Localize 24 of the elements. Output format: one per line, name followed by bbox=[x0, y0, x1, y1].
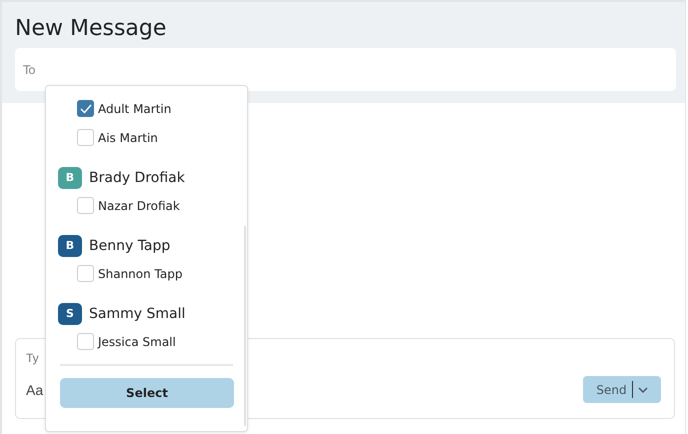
checkbox[interactable] bbox=[77, 265, 94, 282]
check-icon bbox=[80, 104, 92, 114]
family-avatar: S bbox=[58, 302, 82, 324]
checkbox[interactable] bbox=[77, 333, 94, 350]
select-button[interactable]: Select bbox=[60, 378, 234, 408]
scrollbar[interactable] bbox=[244, 226, 246, 426]
checkbox[interactable] bbox=[77, 100, 94, 117]
recipient-name[interactable]: Adult Martin bbox=[98, 102, 172, 116]
family-name[interactable]: Benny Tapp bbox=[89, 238, 170, 254]
window-title: New Message bbox=[15, 15, 168, 43]
checkbox[interactable] bbox=[77, 197, 94, 214]
recipient-name[interactable]: Shannon Tapp bbox=[98, 266, 182, 280]
family-avatar: B bbox=[58, 166, 82, 188]
subject-placeholder: Ty bbox=[26, 351, 39, 367]
message-placeholder: Aa bbox=[26, 382, 44, 398]
checkbox[interactable] bbox=[77, 129, 94, 146]
recipient-name[interactable]: Nazar Drofiak bbox=[98, 198, 180, 212]
caret-icon bbox=[638, 386, 648, 392]
send-button[interactable]: Send bbox=[583, 376, 661, 403]
family-avatar: B bbox=[58, 234, 82, 256]
to-field[interactable]: To bbox=[15, 48, 676, 91]
recipient-name[interactable]: Ais Martin bbox=[98, 130, 158, 144]
family-name[interactable]: Brady Drofiak bbox=[89, 170, 185, 186]
family-name[interactable]: Sammy Small bbox=[89, 306, 186, 322]
